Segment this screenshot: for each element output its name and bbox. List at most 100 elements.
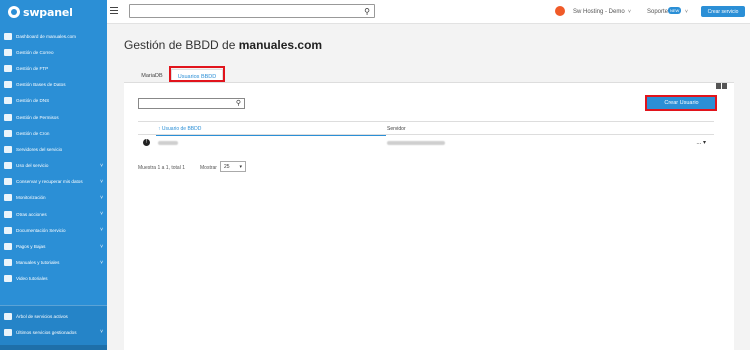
database-icon: [4, 81, 12, 89]
sidebar-item[interactable]: Gestión de Cron: [0, 125, 107, 141]
sidebar-item-label: Gestión de Permisos: [16, 114, 59, 120]
sidebar-item[interactable]: Gestión de Correo: [0, 44, 107, 60]
organization-name[interactable]: Sw Hosting - Demo: [573, 9, 625, 15]
column-header-user[interactable]: ↑ Usuario de BBDD: [158, 126, 201, 132]
sidebar-bottom-item-label: Árbol de servicios activos: [16, 313, 68, 319]
column-header-server[interactable]: Servidor: [387, 126, 406, 132]
brand-logo[interactable]: swpanel: [0, 0, 107, 24]
server-icon: [4, 145, 12, 153]
page-title-domain: manuales.com: [238, 38, 323, 52]
sidebar-item-label: Gestión de Cron: [16, 130, 50, 136]
actions-icon: [4, 210, 12, 218]
sidebar-item-label: Documentación Servicio: [16, 227, 66, 233]
sidebar-item-label: Video tutoriales: [16, 276, 48, 282]
backup-icon: [4, 178, 12, 186]
search-icon[interactable]: ⚲: [236, 99, 241, 107]
permissions-icon: [4, 113, 12, 121]
sidebar-item-label: Manuales y tutoriales: [16, 260, 60, 266]
sidebar: swpanel Dashboard de manuales.com Gestión…: [0, 0, 107, 350]
sidebar-item[interactable]: Video tutoriales: [0, 271, 107, 287]
gear-icon: [4, 129, 12, 137]
payments-icon: [4, 243, 12, 251]
sidebar-bottom-item[interactable]: Últimos servicios gestionados ˅: [0, 324, 107, 340]
excel-export-icon[interactable]: [716, 83, 721, 89]
page-size-select[interactable]: 25 ▾: [220, 161, 246, 172]
menu-toggle-icon[interactable]: [110, 7, 118, 15]
sidebar-item[interactable]: Manuales y tutoriales ˅: [0, 255, 107, 271]
page-title-prefix: Gestión de BBDD de: [124, 38, 239, 52]
sidebar-item-label: Pagos y Bajas: [16, 244, 46, 250]
sidebar-item-label: Dashboard de manuales.com: [16, 33, 77, 39]
sidebar-item[interactable]: Gestión de Permisos: [0, 109, 107, 125]
users-panel: ⚲ Crear Usuario ↑ Usuario de BBDD Servid…: [124, 82, 734, 350]
chevron-down-icon: ˅: [100, 162, 103, 169]
tree-icon: [4, 312, 12, 320]
chevron-down-icon[interactable]: ˅: [628, 9, 631, 15]
sidebar-item[interactable]: Gestión Bases de Datos: [0, 77, 107, 93]
sidebar-item[interactable]: Otras acciones ˅: [0, 206, 107, 222]
sidebar-footer-strip: [0, 345, 107, 350]
sidebar-item[interactable]: Documentación Servicio ˅: [0, 222, 107, 238]
chart-icon: [4, 162, 12, 170]
chevron-down-icon: ˅: [100, 178, 103, 185]
sidebar-item[interactable]: Uso del servicio ˅: [0, 158, 107, 174]
sidebar-item-label: Otras acciones: [16, 211, 47, 217]
sidebar-item-label: Gestión de DNS: [16, 98, 50, 104]
search-icon[interactable]: ⚲: [364, 7, 370, 16]
highlight-frame-create-user: [645, 95, 717, 111]
page-size-label: Mostrar: [200, 165, 217, 171]
sidebar-item[interactable]: Servidores del servicio: [0, 141, 107, 157]
table-search-input[interactable]: ⚲: [138, 98, 245, 109]
mail-icon: [4, 48, 12, 56]
chevron-down-icon: ˅: [100, 194, 103, 201]
sidebar-item[interactable]: Monitorización ˅: [0, 190, 107, 206]
support-menu[interactable]: Soporte: [647, 9, 668, 15]
users-table: ↑ Usuario de BBDD Servidor ! ... ▾: [138, 121, 714, 151]
brand-name: swpanel: [23, 5, 73, 19]
support-badge: NEW: [668, 7, 682, 14]
global-search-input[interactable]: ⚲: [129, 4, 375, 18]
flag-icon: [4, 97, 12, 105]
help-icon: [4, 259, 12, 267]
sidebar-bottom-nav: Árbol de servicios activos Últimos servic…: [0, 305, 107, 345]
sidebar-item[interactable]: Dashboard de manuales.com: [0, 28, 107, 44]
sidebar-item-label: Gestión Bases de Datos: [16, 82, 66, 88]
sidebar-item[interactable]: Gestión de FTP: [0, 60, 107, 76]
sidebar-bottom-item[interactable]: Árbol de servicios activos: [0, 308, 107, 324]
sidebar-item-label: Servidores del servicio: [16, 146, 63, 152]
topbar: ⚲ Sw Hosting - Demo ˅ Soporte NEW ˅ Crea…: [107, 0, 750, 24]
chevron-down-icon: ˅: [100, 329, 103, 336]
logo-icon: [8, 6, 20, 18]
sidebar-item-label: Gestión de FTP: [16, 65, 49, 71]
chevron-down-icon: ˅: [100, 227, 103, 234]
video-icon: [4, 275, 12, 283]
sidebar-item-label: Conservar y recuperar mis datos: [16, 179, 83, 185]
table-header: ↑ Usuario de BBDD Servidor: [138, 121, 714, 136]
dashboard-icon: [4, 32, 12, 40]
blurred-server: [387, 141, 445, 145]
database-icon: [4, 64, 12, 72]
highlight-frame-tab: [169, 66, 225, 82]
recent-icon: [4, 328, 12, 336]
chevron-down-icon: ˅: [100, 211, 103, 218]
sidebar-bottom-item-label: Últimos servicios gestionados: [16, 329, 77, 335]
export-icons: [716, 83, 727, 89]
sidebar-item-label: Gestión de Correo: [16, 49, 54, 55]
sidebar-item[interactable]: Gestión de DNS: [0, 93, 107, 109]
document-icon: [4, 226, 12, 234]
sidebar-item[interactable]: Pagos y Bajas ˅: [0, 238, 107, 254]
document-export-icon[interactable]: [722, 83, 727, 89]
sidebar-item-label: Uso del servicio: [16, 163, 49, 169]
pagination-summary: Muestra 1 a 1, total 1: [138, 165, 185, 171]
page-title: Gestión de BBDD de manuales.com: [124, 38, 322, 52]
tab-mariadb[interactable]: MariaDB: [138, 69, 166, 83]
sidebar-item[interactable]: Conservar y recuperar mis datos ˅: [0, 174, 107, 190]
row-actions-menu[interactable]: ... ▾: [696, 139, 706, 146]
table-row[interactable]: ! ... ▾: [138, 135, 714, 151]
info-icon[interactable]: !: [143, 139, 150, 146]
chevron-down-icon[interactable]: ˅: [685, 9, 688, 15]
sidebar-nav: Dashboard de manuales.com Gestión de Corr…: [0, 28, 107, 287]
create-service-button[interactable]: Crear servicio: [701, 6, 745, 17]
organization-icon[interactable]: [555, 6, 565, 16]
chevron-down-icon: ˅: [100, 259, 103, 266]
